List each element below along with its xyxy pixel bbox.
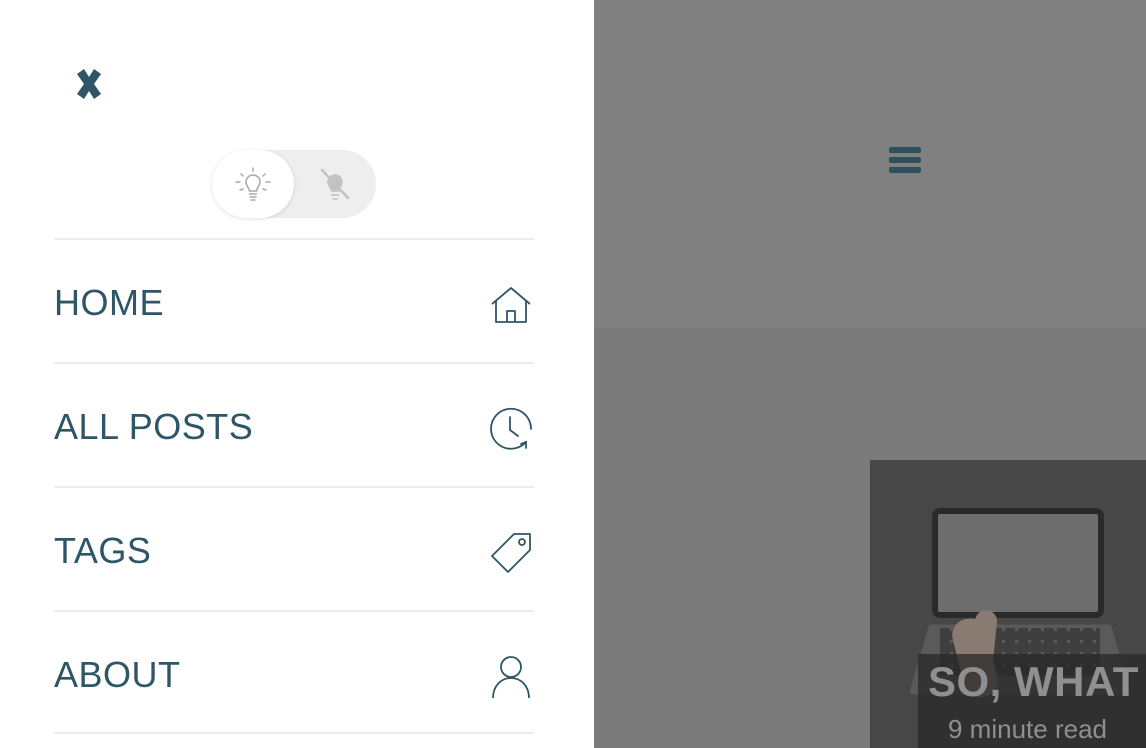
close-icon[interactable]	[72, 66, 106, 102]
nav-item-tags[interactable]: TAGS	[54, 486, 534, 610]
nav-item-about[interactable]: ABOUT	[54, 610, 534, 734]
post-read-time: 9 minute read	[948, 714, 1107, 744]
drawer-nav: HOME ALL POSTS TAGS ABOUT	[54, 238, 534, 734]
clock-history-icon	[490, 407, 532, 450]
nav-item-label: ABOUT	[54, 654, 181, 695]
nav-item-home[interactable]: HOME	[54, 238, 534, 362]
home-icon	[491, 287, 531, 323]
nav-drawer: HOME ALL POSTS TAGS ABOUT	[0, 0, 594, 748]
tag-icon	[491, 533, 531, 573]
user-icon	[492, 656, 530, 699]
hamburger-icon[interactable]	[889, 147, 921, 175]
post-card[interactable]: SO, WHAT I 9 minute read	[870, 460, 1146, 748]
lightbulb-off-icon[interactable]	[314, 164, 356, 204]
nav-item-label: ALL POSTS	[54, 406, 254, 447]
post-title[interactable]: SO, WHAT I	[928, 658, 1146, 706]
theme-toggle[interactable]	[212, 150, 376, 218]
nav-item-label: HOME	[54, 282, 164, 323]
nav-item-all-posts[interactable]: ALL POSTS	[54, 362, 534, 486]
lightbulb-on-icon[interactable]	[232, 164, 274, 204]
nav-item-label: TAGS	[54, 530, 152, 571]
